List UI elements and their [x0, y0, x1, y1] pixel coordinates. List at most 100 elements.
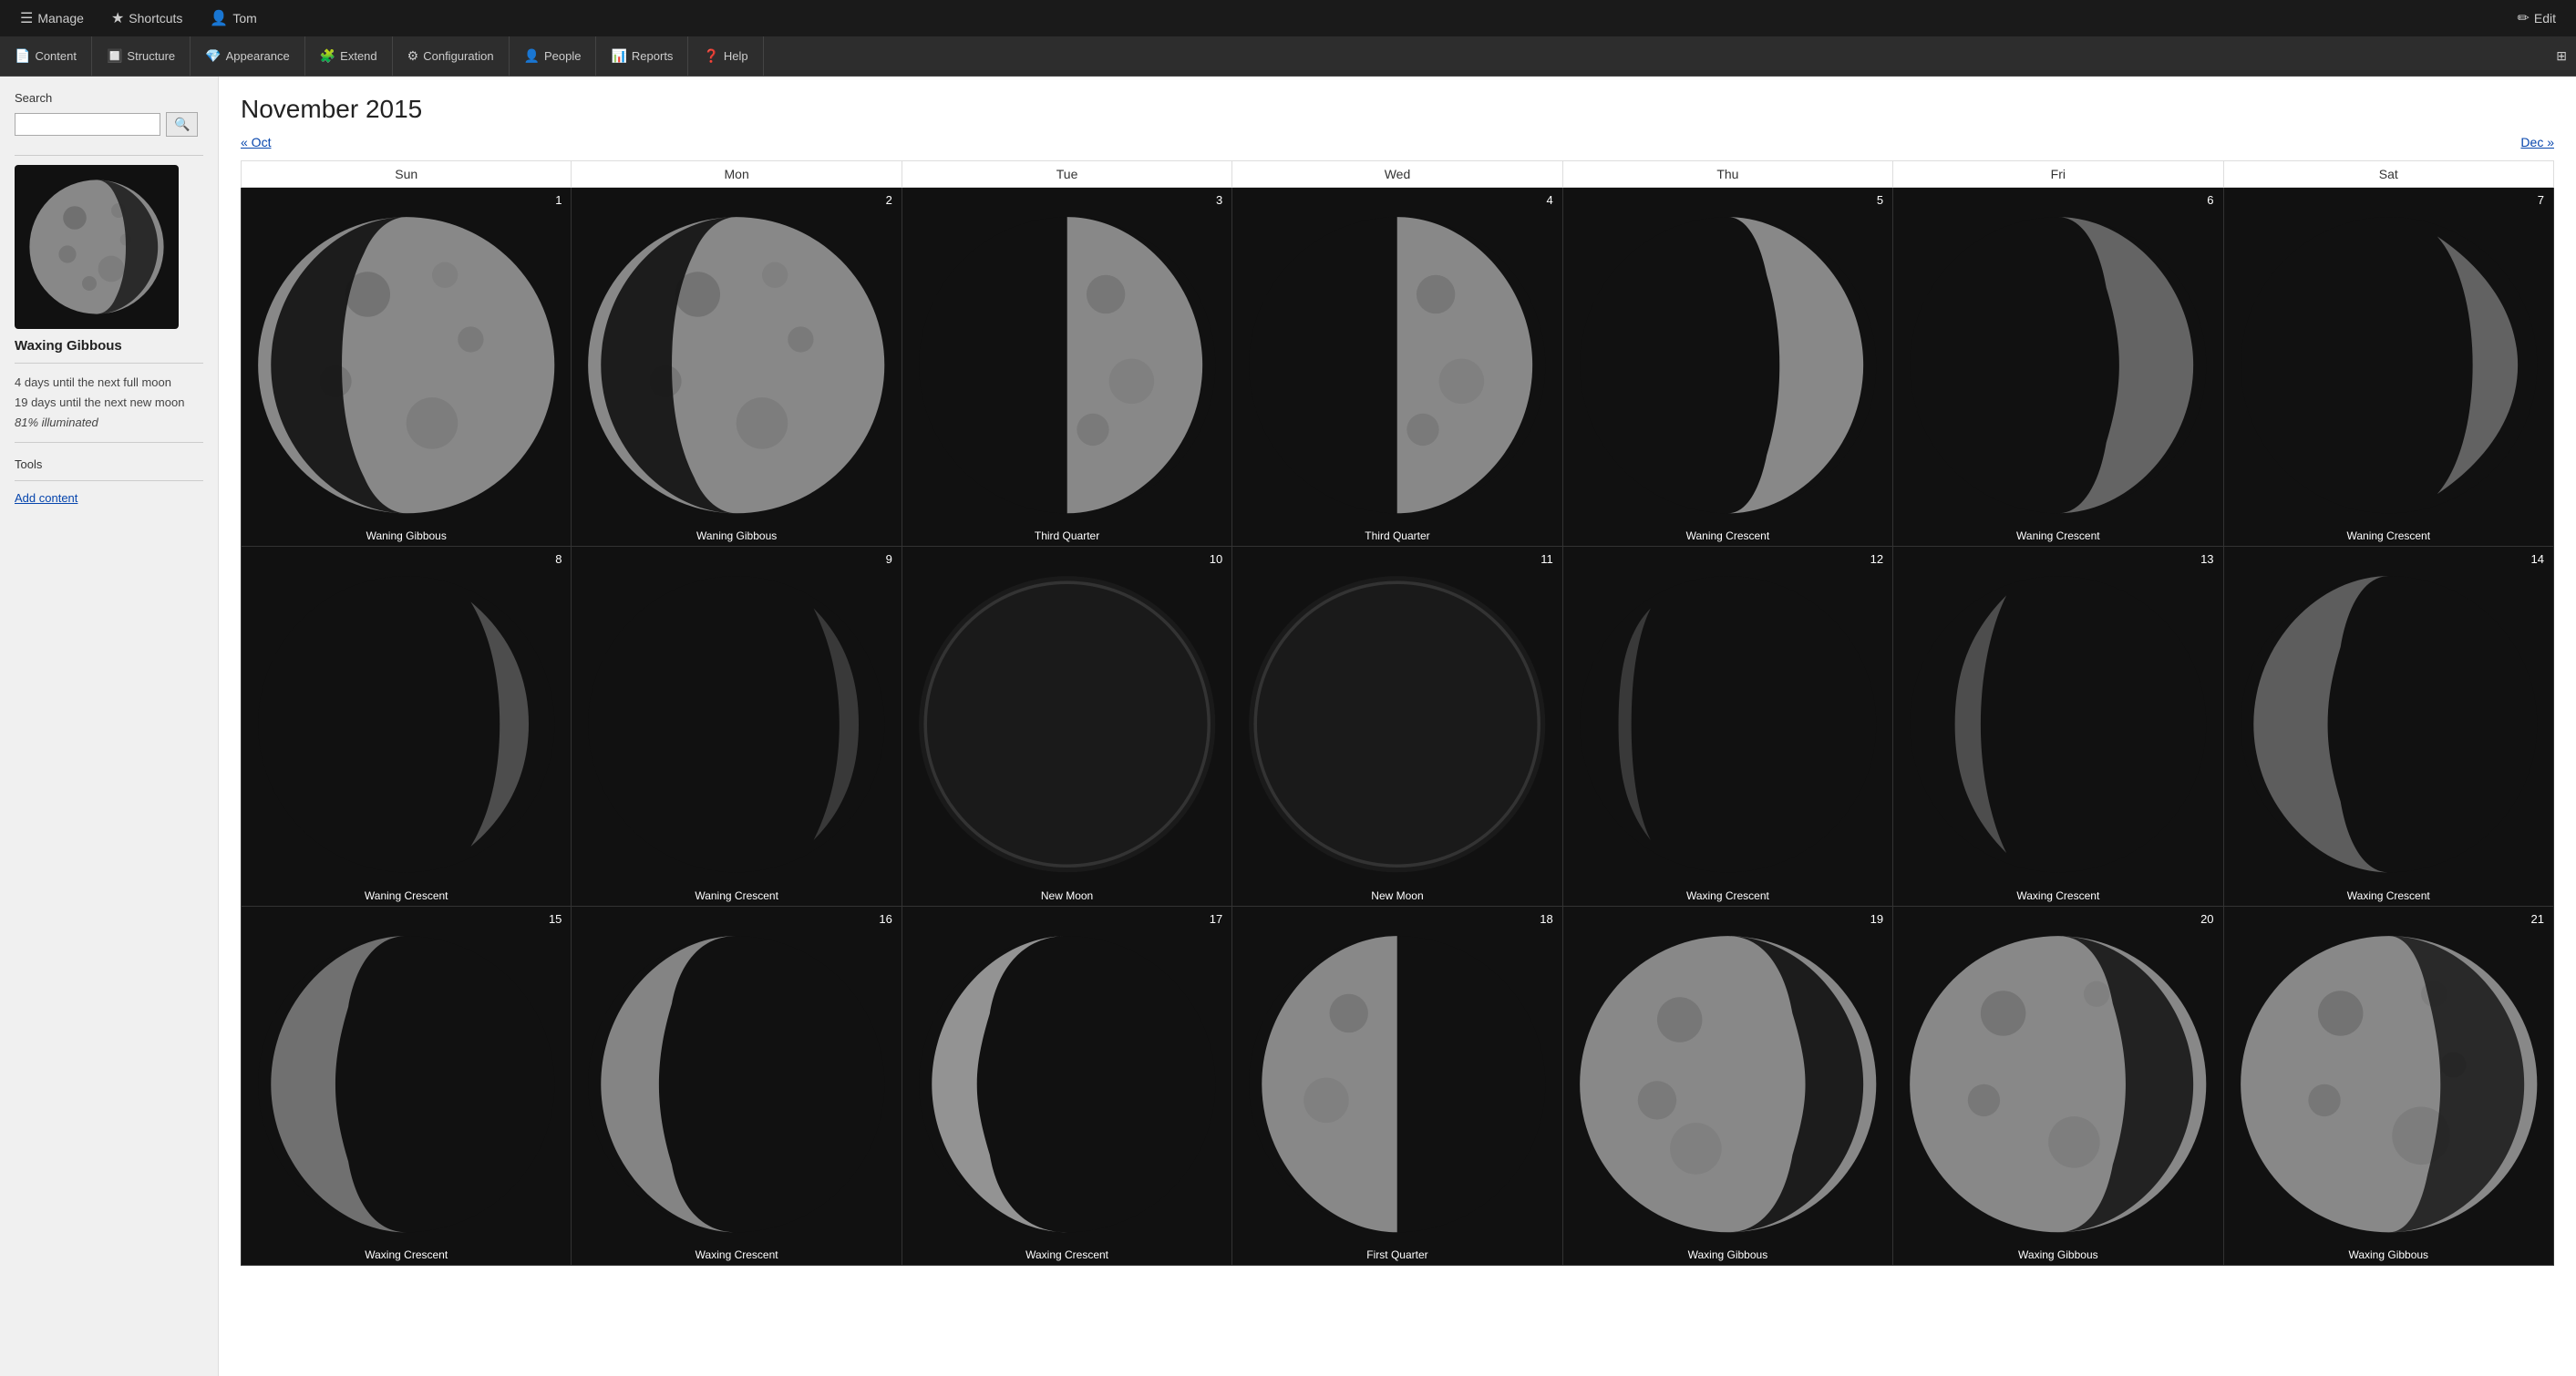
nav-structure[interactable]: 🔲 Structure — [92, 36, 191, 77]
day-number: 8 — [550, 549, 567, 570]
tools-label: Tools — [15, 457, 203, 471]
phase-label: Waxing Gibbous — [2224, 1248, 2553, 1261]
appearance-icon: 💎 — [205, 48, 221, 64]
day-number: 16 — [873, 909, 897, 929]
extend-icon: 🧩 — [320, 48, 335, 64]
calendar-day[interactable]: 15 Waxing Crescent — [242, 906, 572, 1265]
calendar-day[interactable]: 20 Waxing Gibbous — [1893, 906, 2223, 1265]
config-icon: ⚙ — [407, 48, 419, 64]
moon-phase-svg — [24, 174, 170, 320]
calendar-day[interactable]: 3 Third Quarter — [902, 188, 1231, 547]
phase-label: Waning Crescent — [1563, 529, 1892, 542]
nav-extend[interactable]: 🧩 Extend — [305, 36, 393, 77]
phase-label: Waning Gibbous — [572, 529, 901, 542]
day-number: 6 — [2201, 190, 2219, 211]
phase-label: Waxing Crescent — [1563, 889, 1892, 902]
tools-section: Tools Add content — [15, 457, 203, 505]
day-number: 18 — [1534, 909, 1558, 929]
day-number: 14 — [2526, 549, 2550, 570]
calendar-day[interactable]: 5 Waning Crescent — [1562, 188, 1892, 547]
edit-button[interactable]: ✏ Edit — [2506, 0, 2567, 36]
moon-phase-name: Waxing Gibbous — [15, 338, 203, 354]
calendar-day[interactable]: 6 Waning Crescent — [1893, 188, 2223, 547]
day-number: 1 — [550, 190, 567, 211]
col-wed: Wed — [1232, 161, 1562, 188]
phase-label: Waxing Crescent — [1893, 889, 2222, 902]
calendar-day[interactable]: 21 Waxing Gibbous — [2223, 906, 2553, 1265]
user-button[interactable]: 👤 Tom — [199, 0, 267, 36]
phase-label: Waning Crescent — [2224, 529, 2553, 542]
reports-icon: 📊 — [611, 48, 626, 64]
phase-label: New Moon — [1232, 889, 1561, 902]
prev-month-link[interactable]: « Oct — [241, 135, 271, 149]
calendar-day[interactable]: 4 Third Quarter — [1232, 188, 1562, 547]
secondary-nav: 📄 Content 🔲 Structure 💎 Appearance 🧩 Ext… — [0, 36, 2576, 77]
calendar-day[interactable]: 9 Waning Crescent — [572, 547, 902, 906]
day-number: 2 — [881, 190, 898, 211]
nav-content[interactable]: 📄 Content — [0, 36, 92, 77]
calendar-day[interactable]: 18 First Quarter — [1232, 906, 1562, 1265]
calendar-day[interactable]: 2 Waning Gibbous — [572, 188, 902, 547]
phase-label: Waning Crescent — [572, 889, 901, 902]
moon-image — [15, 165, 179, 329]
day-number: 17 — [1204, 909, 1228, 929]
day-number: 15 — [543, 909, 567, 929]
day-number: 3 — [1211, 190, 1228, 211]
nav-appearance[interactable]: 💎 Appearance — [191, 36, 305, 77]
calendar-day[interactable]: 12 Waxing Crescent — [1562, 547, 1892, 906]
content-icon: 📄 — [15, 48, 30, 64]
add-content-link[interactable]: Add content — [15, 491, 77, 505]
phase-label: New Moon — [902, 889, 1231, 902]
col-fri: Fri — [1893, 161, 2223, 188]
month-navigation: « Oct Dec » — [241, 135, 2554, 149]
col-thu: Thu — [1562, 161, 1892, 188]
nav-configuration[interactable]: ⚙ Configuration — [393, 36, 510, 77]
sidebar: Search 🔍 — [0, 77, 219, 1376]
main-content: November 2015 « Oct Dec » Sun Mon Tue We… — [219, 77, 2576, 1376]
help-icon: ❓ — [703, 48, 718, 64]
calendar-day[interactable]: 11 New Moon — [1232, 547, 1562, 906]
top-nav-bar: ☰ Manage ★ Shortcuts 👤 Tom ✏ Edit — [0, 0, 2576, 36]
col-mon: Mon — [572, 161, 902, 188]
calendar-day[interactable]: 10 New Moon — [902, 547, 1231, 906]
user-icon: 👤 — [210, 9, 228, 27]
phase-label: Waning Gibbous — [242, 529, 571, 542]
nav-reports[interactable]: 📊 Reports — [596, 36, 688, 77]
col-tue: Tue — [902, 161, 1231, 188]
calendar-day[interactable]: 1 Waning Gibbous — [242, 188, 572, 547]
search-input[interactable] — [15, 113, 160, 136]
menu-icon: ☰ — [20, 9, 33, 27]
moon-card: Waxing Gibbous 4 days until the next ful… — [15, 165, 203, 433]
phase-label: Waxing Gibbous — [1563, 1248, 1892, 1261]
day-number: 7 — [2532, 190, 2550, 211]
phase-label: Waxing Crescent — [572, 1248, 901, 1261]
calendar-table: Sun Mon Tue Wed Thu Fri Sat 1 — [241, 160, 2554, 1266]
next-month-link[interactable]: Dec » — [2520, 135, 2554, 149]
calendar-day[interactable]: 7 Waning Crescent — [2223, 188, 2553, 547]
phase-label: Third Quarter — [902, 529, 1231, 542]
calendar-day[interactable]: 14 Waxing Crescent — [2223, 547, 2553, 906]
day-number: 10 — [1204, 549, 1228, 570]
page-title: November 2015 — [241, 95, 2554, 124]
calendar-day[interactable]: 16 Waxing Crescent — [572, 906, 902, 1265]
calendar-day[interactable]: 17 Waxing Crescent — [902, 906, 1231, 1265]
day-number: 21 — [2526, 909, 2550, 929]
col-sat: Sat — [2223, 161, 2553, 188]
pencil-icon: ✏ — [2517, 9, 2529, 27]
phase-label: Waxing Gibbous — [1893, 1248, 2222, 1261]
manage-button[interactable]: ☰ Manage — [9, 0, 95, 36]
day-number: 12 — [1865, 549, 1889, 570]
search-button[interactable]: 🔍 — [166, 112, 198, 137]
search-section: Search 🔍 — [15, 91, 203, 137]
phase-label: Waning Crescent — [1893, 529, 2222, 542]
moon-info: 4 days until the next full moon 19 days … — [15, 373, 203, 433]
shortcuts-button[interactable]: ★ Shortcuts — [100, 0, 193, 36]
calendar-day[interactable]: 19 Waxing Gibbous — [1562, 906, 1892, 1265]
day-number: 11 — [1535, 549, 1559, 570]
calendar-day[interactable]: 8 Waning Crescent — [242, 547, 572, 906]
structure-icon: 🔲 — [107, 48, 122, 64]
calendar-day[interactable]: 13 Waxing Crescent — [1893, 547, 2223, 906]
day-number: 19 — [1865, 909, 1889, 929]
nav-people[interactable]: 👤 People — [510, 36, 597, 77]
nav-help[interactable]: ❓ Help — [688, 36, 763, 77]
